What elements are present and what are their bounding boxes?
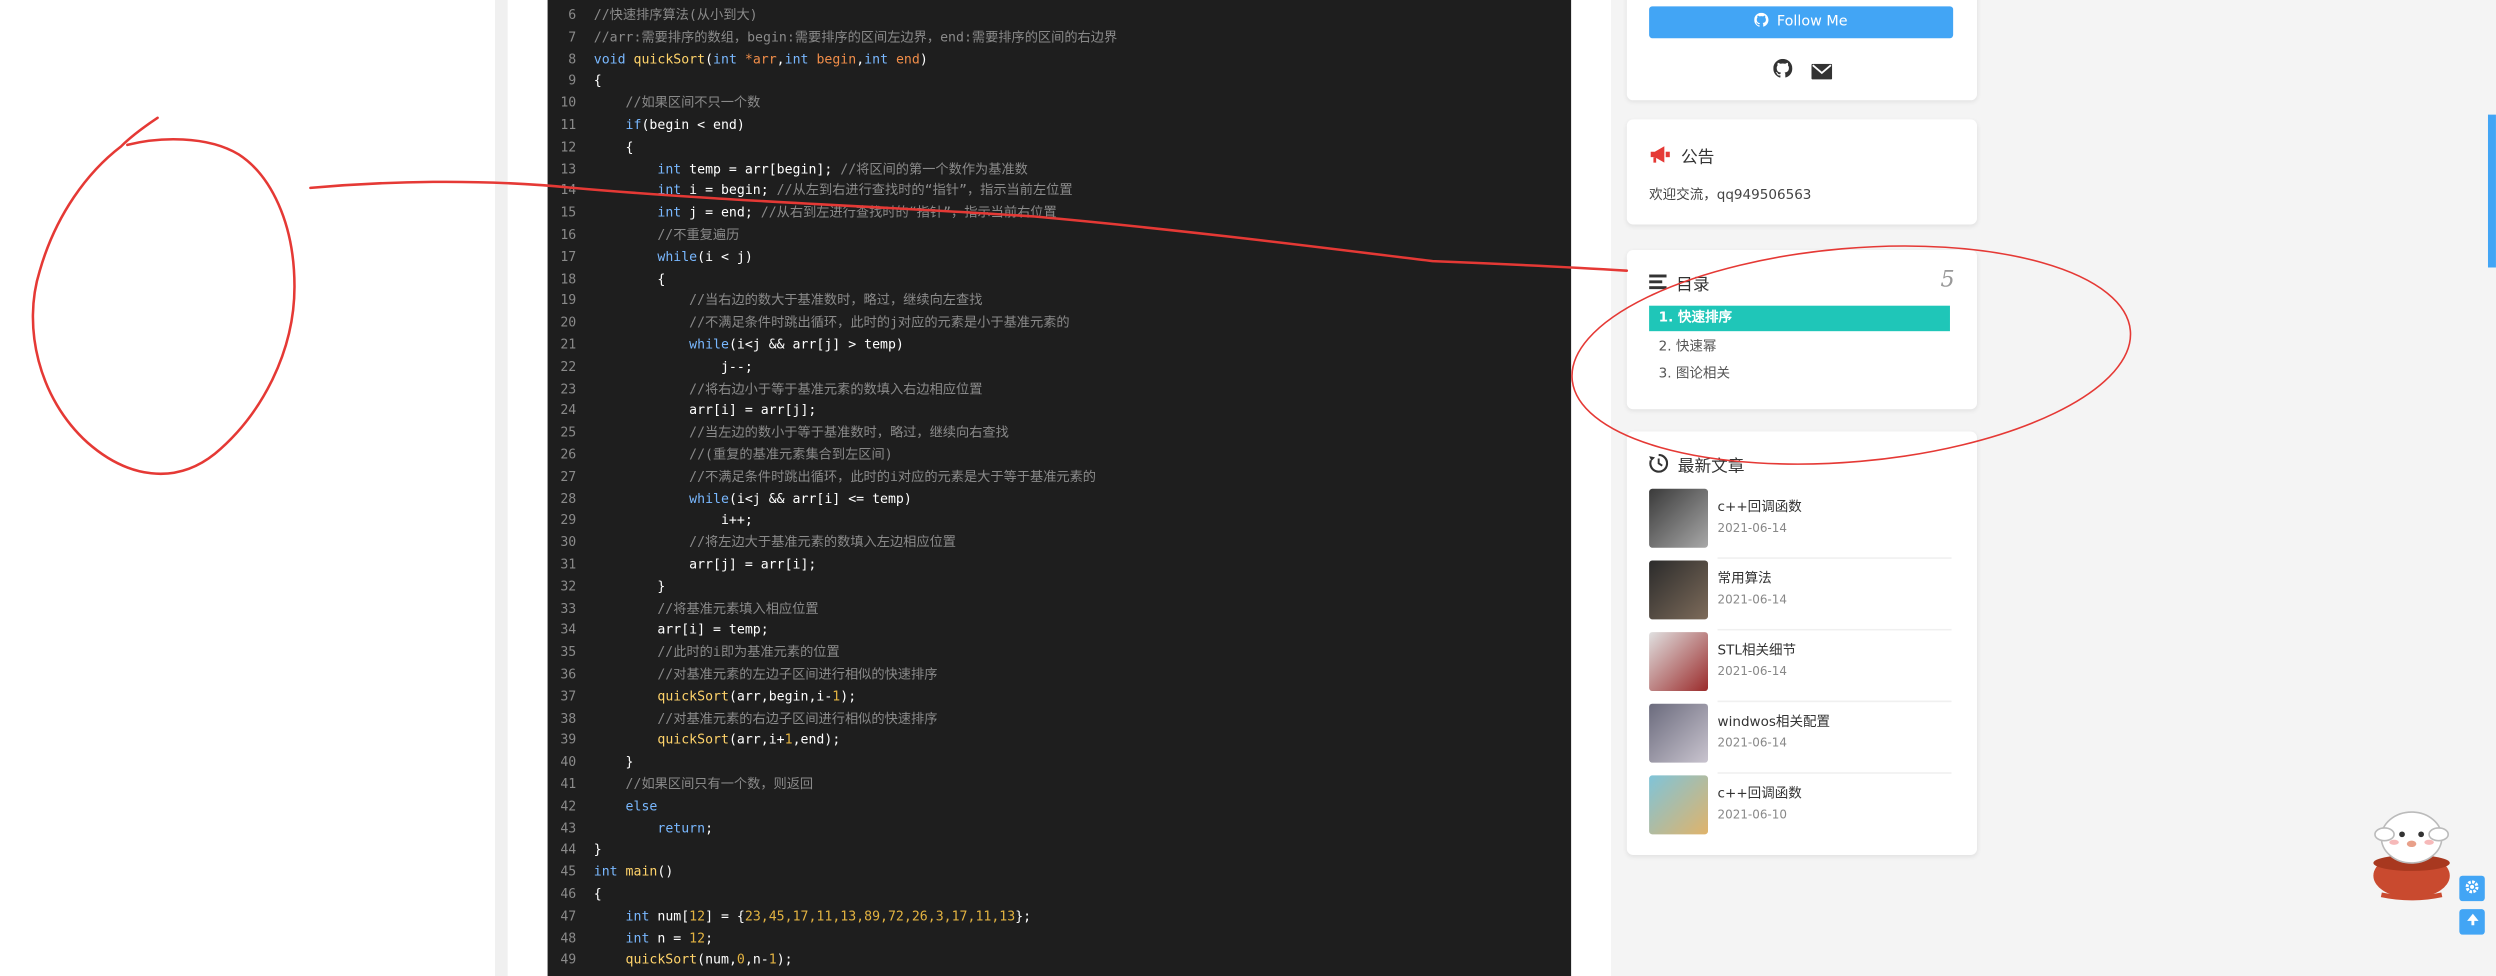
annotation-overlay bbox=[31, 116, 2132, 475]
annotation-circle-left bbox=[31, 116, 296, 475]
page: 6//快速排序算法(从小到大) 7//arr:需要排序的数组，begin:需要排序… bbox=[0, 0, 2496, 976]
annotation-arrow-line bbox=[309, 180, 1629, 272]
annotation-circle-toc bbox=[1571, 245, 2132, 465]
